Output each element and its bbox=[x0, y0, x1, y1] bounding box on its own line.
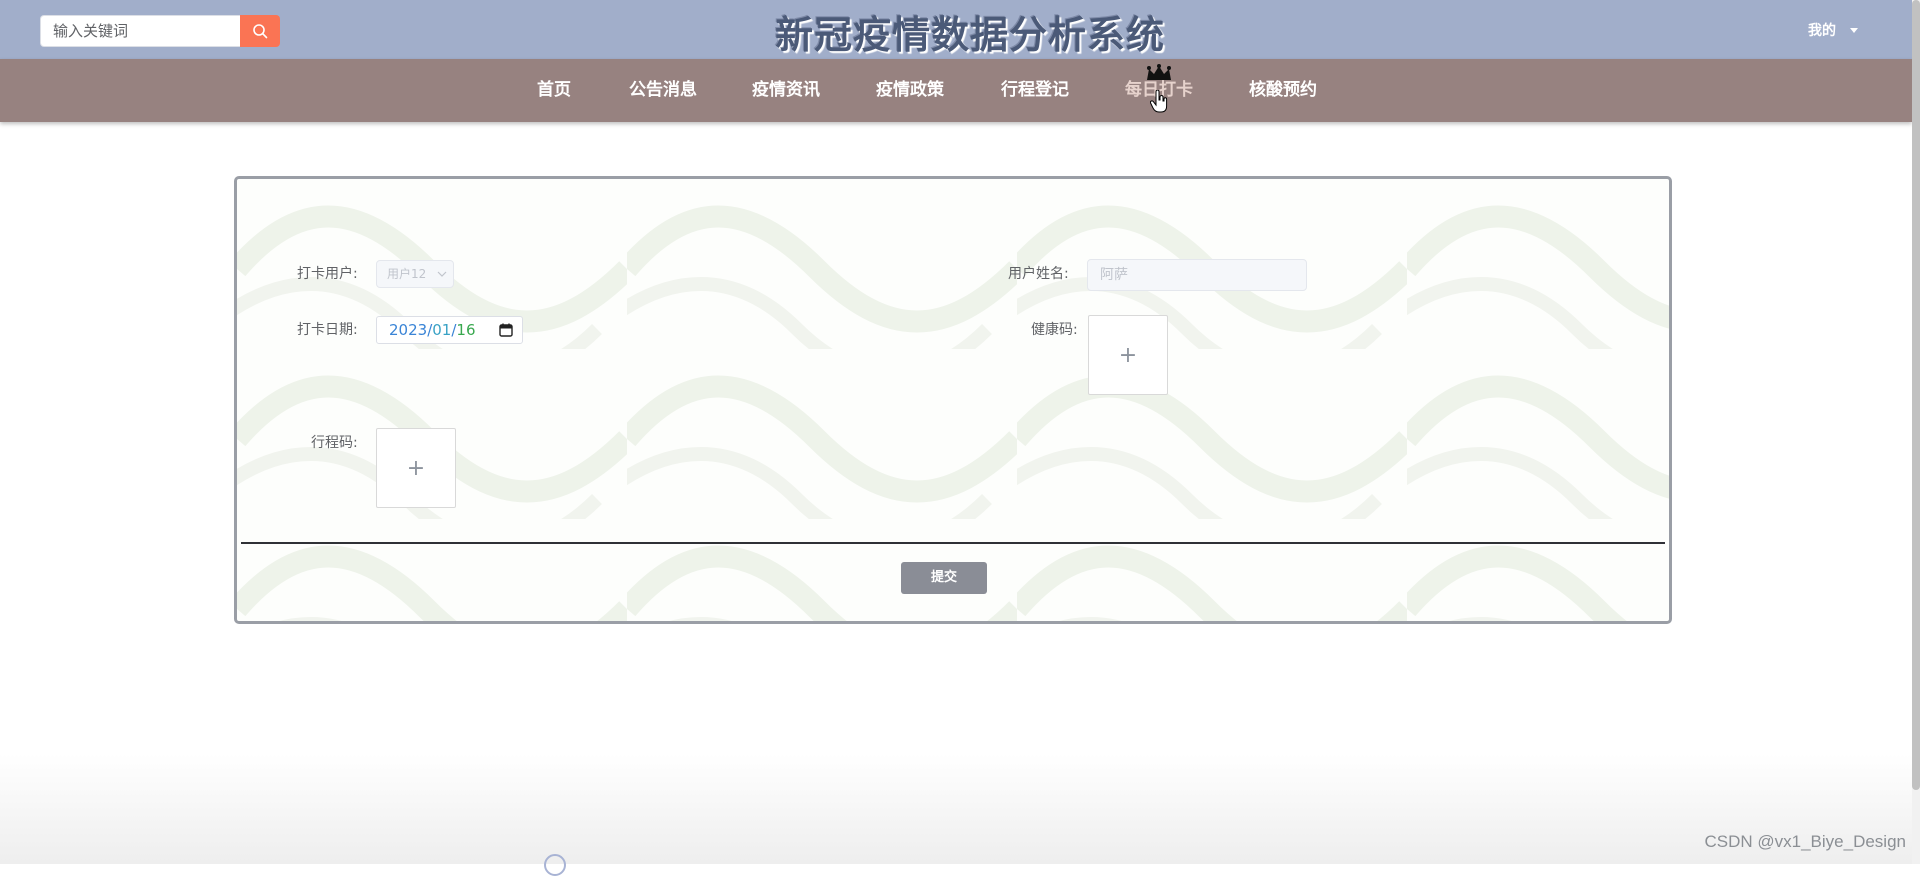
nav-item-itinerary-registration[interactable]: 行程登记 bbox=[1001, 59, 1069, 122]
form-divider bbox=[241, 542, 1665, 544]
nav-item-epidemic-policy[interactable]: 疫情政策 bbox=[876, 59, 944, 122]
main-nav: 首页 公告消息 疫情资讯 疫情政策 行程登记 每日打卡 核酸预约 bbox=[0, 59, 1912, 122]
nav-item-nucleic-acid-booking[interactable]: 核酸预约 bbox=[1249, 59, 1317, 122]
user-menu[interactable]: 我的 bbox=[1808, 20, 1858, 40]
date-year: 2023 bbox=[389, 321, 428, 339]
user-name-label: 用户姓名: bbox=[1008, 266, 1069, 282]
user-name-field: 阿萨 bbox=[1087, 259, 1307, 291]
date-month: 01 bbox=[432, 321, 452, 339]
scrollbar-thumb[interactable] bbox=[1912, 0, 1920, 790]
health-code-upload[interactable]: + bbox=[1088, 315, 1168, 395]
hand-cursor-icon bbox=[1150, 90, 1168, 113]
plus-icon: + bbox=[1118, 342, 1138, 368]
watermark: CSDN @vx1_Biye_Design bbox=[1704, 832, 1906, 851]
health-code-label: 健康码: bbox=[1031, 322, 1078, 338]
checkin-date-label: 打卡日期: bbox=[297, 322, 358, 338]
calendar-icon[interactable] bbox=[499, 323, 513, 337]
itinerary-code-label: 行程码: bbox=[311, 435, 358, 451]
date-day: 16 bbox=[456, 321, 476, 339]
footer-area bbox=[0, 754, 1912, 864]
itinerary-code-upload[interactable]: + bbox=[376, 428, 456, 508]
checkin-user-value: 用户12 bbox=[387, 267, 427, 281]
checkin-form-card: 打卡用户: 用户12 用户姓名: 阿萨 打卡日期: 2023/01/16 健康码… bbox=[234, 176, 1672, 624]
nav-item-home[interactable]: 首页 bbox=[537, 59, 571, 122]
top-header: 新冠疫情数据分析系统 我的 bbox=[0, 0, 1912, 59]
checkin-date-input[interactable]: 2023/01/16 bbox=[376, 316, 523, 344]
checkin-user-select: 用户12 bbox=[376, 260, 454, 288]
plus-icon: + bbox=[406, 455, 426, 481]
nav-item-epidemic-news[interactable]: 疫情资讯 bbox=[752, 59, 820, 122]
caret-down-icon bbox=[1850, 27, 1858, 33]
nav-item-announcements[interactable]: 公告消息 bbox=[629, 59, 697, 122]
checkin-user-label: 打卡用户: bbox=[297, 266, 358, 282]
chevron-down-icon bbox=[437, 271, 447, 277]
user-menu-label: 我的 bbox=[1808, 23, 1836, 39]
site-title: 新冠疫情数据分析系统 bbox=[774, 12, 1165, 57]
loading-ring-icon bbox=[544, 854, 566, 876]
submit-button[interactable]: 提交 bbox=[901, 562, 987, 594]
background-pattern bbox=[237, 179, 1669, 621]
crown-icon bbox=[1147, 64, 1171, 80]
